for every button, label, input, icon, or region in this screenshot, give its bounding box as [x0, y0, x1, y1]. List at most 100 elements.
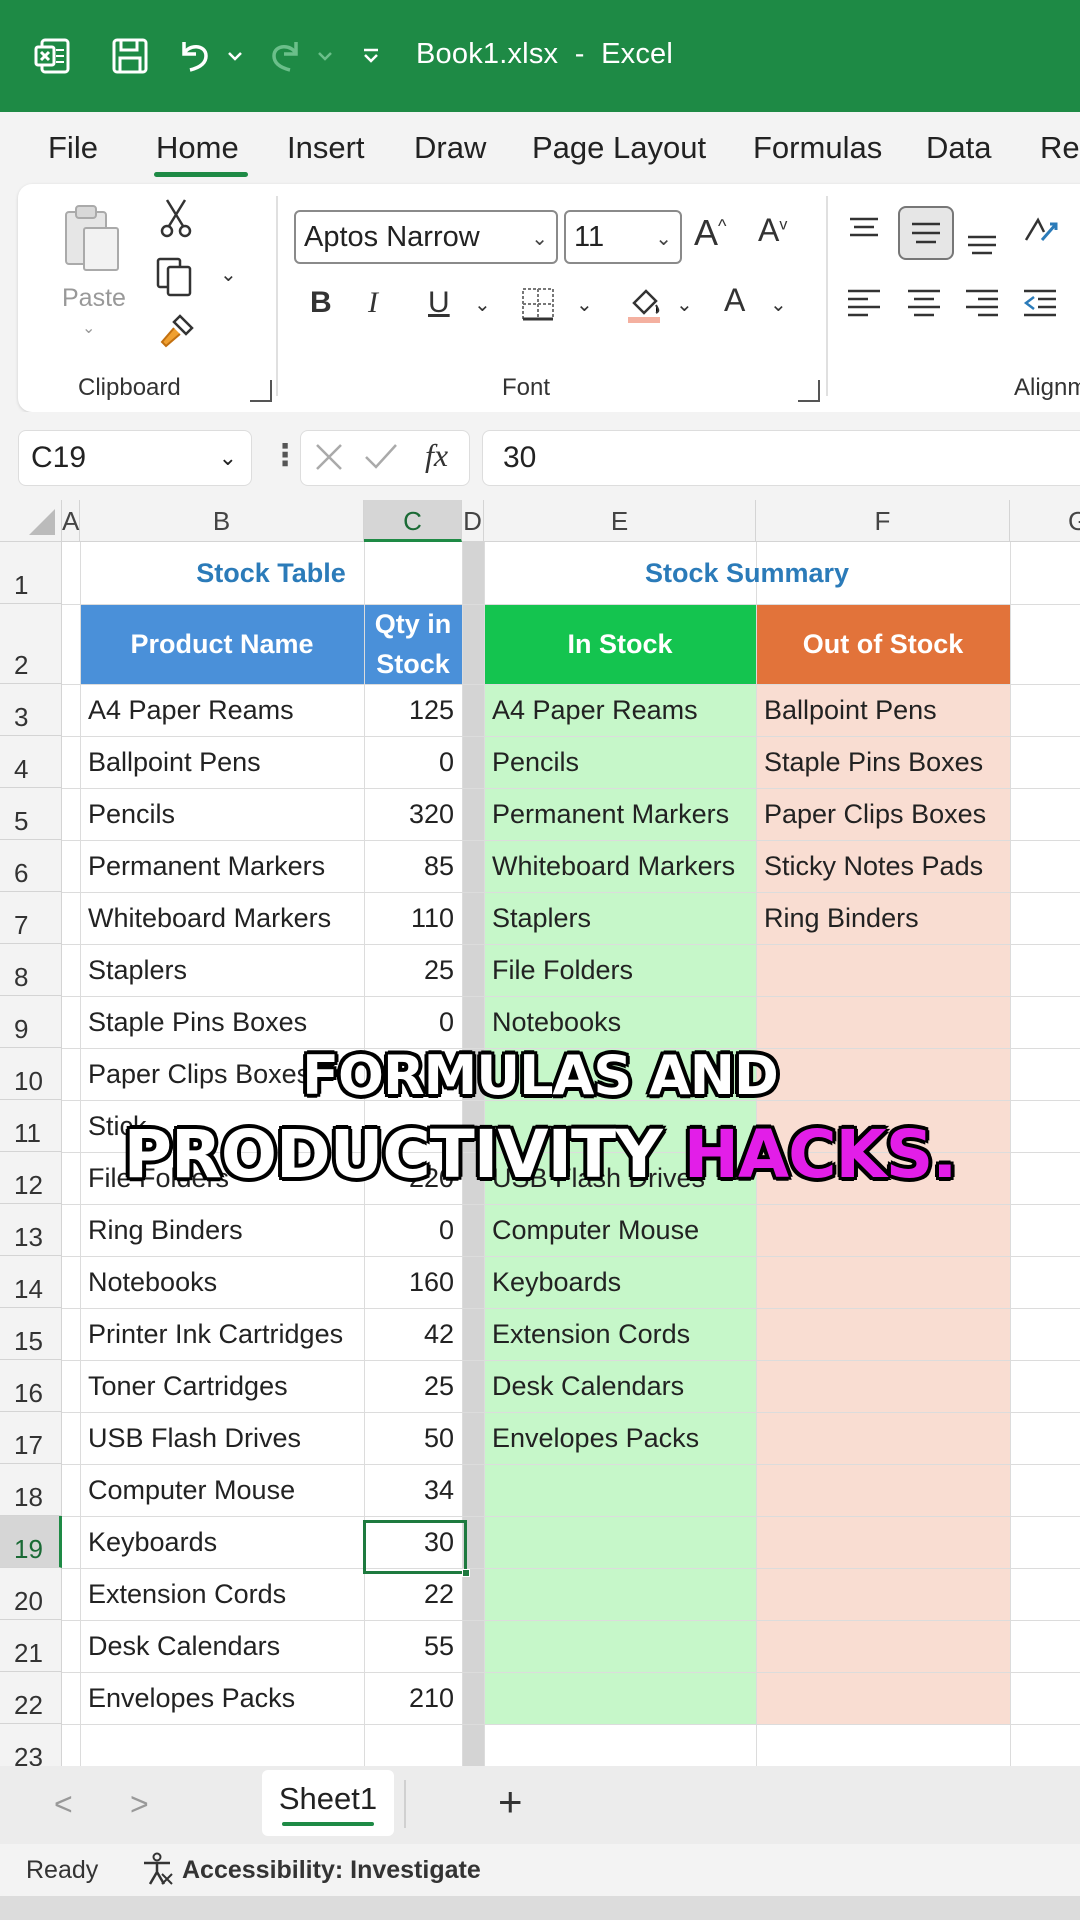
qty-cell[interactable]: 0	[364, 1204, 462, 1256]
row-header-22[interactable]: 22	[0, 1672, 62, 1724]
in-stock-cell[interactable]: Computer Mouse	[484, 1204, 756, 1256]
font-size-select[interactable]: 11 ⌄	[564, 210, 682, 264]
in-stock-cell[interactable]: Keyboards	[484, 1256, 756, 1308]
in-stock-cell[interactable]: Envelopes Packs	[484, 1412, 756, 1464]
qty-cell[interactable]: 160	[364, 1256, 462, 1308]
more-options-icon[interactable]: ⋮	[270, 438, 300, 473]
enter-formula-icon[interactable]	[363, 441, 399, 478]
product-name-cell[interactable]: Staplers	[80, 944, 364, 996]
in-stock-cell[interactable]: Pencils	[484, 736, 756, 788]
product-name-cell[interactable]: Keyboards	[80, 1516, 364, 1568]
orientation-icon[interactable]	[1018, 210, 1062, 250]
redo-icon[interactable]	[260, 30, 312, 82]
row-header-23[interactable]: 23	[0, 1724, 62, 1766]
row-header-15[interactable]: 15	[0, 1308, 62, 1360]
underline-dropdown-chevron-icon[interactable]: ⌄	[474, 292, 491, 317]
out-stock-cell[interactable]: Ring Binders	[756, 892, 1010, 944]
formula-input[interactable]: 30	[482, 430, 1080, 486]
product-name-cell[interactable]: Pencils	[80, 788, 364, 840]
increase-font-size-button[interactable]: A^	[694, 212, 726, 254]
qty-cell[interactable]: 34	[364, 1464, 462, 1516]
qty-cell[interactable]: 320	[364, 788, 462, 840]
out-stock-cell[interactable]: Paper Clips Boxes	[756, 788, 1010, 840]
accessibility-status[interactable]: Accessibility: Investigate	[182, 1856, 481, 1885]
row-header-17[interactable]: 17	[0, 1412, 62, 1464]
save-icon[interactable]	[104, 30, 156, 82]
product-name-cell[interactable]: Ballpoint Pens	[80, 736, 364, 788]
in-stock-header[interactable]: In Stock	[484, 604, 756, 684]
qty-cell[interactable]: 0	[364, 996, 462, 1048]
qty-cell[interactable]: 42	[364, 1308, 462, 1360]
align-top-icon[interactable]	[844, 212, 884, 248]
out-stock-cell[interactable]: Sticky Notes Pads	[756, 840, 1010, 892]
product-name-cell[interactable]: Whiteboard Markers	[80, 892, 364, 944]
font-color-dropdown-chevron-icon[interactable]: ⌄	[770, 292, 787, 317]
row-header-21[interactable]: 21	[0, 1620, 62, 1672]
previous-sheet-icon[interactable]: <	[54, 1786, 73, 1823]
in-stock-cell[interactable]: Staplers	[484, 892, 756, 944]
tab-insert[interactable]: Insert	[287, 130, 365, 166]
copy-icon[interactable]	[152, 254, 196, 298]
tab-page-layout[interactable]: Page Layout	[532, 130, 706, 166]
font-name-select[interactable]: Aptos Narrow ⌄	[294, 210, 558, 264]
product-name-cell[interactable]: Computer Mouse	[80, 1464, 364, 1516]
next-sheet-icon[interactable]: >	[130, 1786, 149, 1823]
stock-table-title[interactable]: Stock Table	[80, 542, 462, 604]
qty-cell[interactable]: 25	[364, 944, 462, 996]
font-color-button[interactable]: A	[724, 282, 745, 319]
borders-dropdown-chevron-icon[interactable]: ⌄	[576, 292, 593, 317]
align-bottom-icon[interactable]	[962, 224, 1002, 260]
in-stock-cell[interactable]: Whiteboard Markers	[484, 840, 756, 892]
qty-cell[interactable]: 0	[364, 736, 462, 788]
row-header-2[interactable]: 2	[0, 604, 62, 684]
redo-dropdown-chevron-icon[interactable]	[312, 30, 338, 82]
row-header-5[interactable]: 5	[0, 788, 62, 840]
qty-cell[interactable]: 125	[364, 684, 462, 736]
align-middle-icon[interactable]	[898, 206, 954, 260]
fill-color-icon[interactable]	[622, 282, 666, 326]
underline-button[interactable]: U	[428, 286, 450, 320]
column-header-f[interactable]: F	[756, 500, 1010, 542]
align-left-icon[interactable]	[844, 284, 884, 324]
borders-icon[interactable]	[518, 284, 558, 324]
qty-cell[interactable]: 22	[364, 1568, 462, 1620]
cancel-formula-icon[interactable]	[313, 441, 345, 478]
qty-header[interactable]: Qty in Stock	[364, 604, 462, 684]
product-name-cell[interactable]: Notebooks	[80, 1256, 364, 1308]
row-header-19[interactable]: 19	[0, 1516, 62, 1568]
qty-cell[interactable]: 110	[364, 892, 462, 944]
insert-function-icon[interactable]: fx	[425, 437, 448, 474]
row-header-14[interactable]: 14	[0, 1256, 62, 1308]
row-header-1[interactable]: 1	[0, 542, 62, 604]
row-header-16[interactable]: 16	[0, 1360, 62, 1412]
product-name-cell[interactable]: Desk Calendars	[80, 1620, 364, 1672]
row-header-20[interactable]: 20	[0, 1568, 62, 1620]
name-box[interactable]: C19 ⌄	[18, 430, 252, 486]
tab-file[interactable]: File	[48, 130, 98, 166]
in-stock-cell[interactable]: Extension Cords	[484, 1308, 756, 1360]
out-stock-cell[interactable]: Ballpoint Pens	[756, 684, 1010, 736]
add-sheet-button[interactable]: +	[498, 1778, 523, 1826]
decrease-indent-icon[interactable]	[1020, 284, 1060, 324]
tab-review[interactable]: Re	[1040, 130, 1080, 166]
paste-clipboard-icon[interactable]	[62, 202, 122, 274]
qty-cell[interactable]: 50	[364, 1412, 462, 1464]
column-header-c[interactable]: C	[364, 500, 462, 542]
customize-quick-access-icon[interactable]	[358, 30, 384, 82]
qty-cell[interactable]: 85	[364, 840, 462, 892]
in-stock-cell[interactable]: A4 Paper Reams	[484, 684, 756, 736]
tab-home[interactable]: Home	[156, 130, 239, 166]
column-header-e[interactable]: E	[484, 500, 756, 542]
column-header-b[interactable]: B	[80, 500, 364, 542]
in-stock-cell[interactable]: Notebooks	[484, 996, 756, 1048]
row-header-3[interactable]: 3	[0, 684, 62, 736]
cut-icon[interactable]	[156, 198, 196, 238]
copy-dropdown-chevron-icon[interactable]: ⌄	[220, 262, 237, 287]
sheet-tab-sheet1[interactable]: Sheet1	[262, 1770, 394, 1836]
row-header-6[interactable]: 6	[0, 840, 62, 892]
qty-cell[interactable]: 55	[364, 1620, 462, 1672]
row-header-13[interactable]: 13	[0, 1204, 62, 1256]
tab-data[interactable]: Data	[926, 130, 991, 166]
row-header-8[interactable]: 8	[0, 944, 62, 996]
paste-label[interactable]: Paste	[62, 284, 126, 313]
